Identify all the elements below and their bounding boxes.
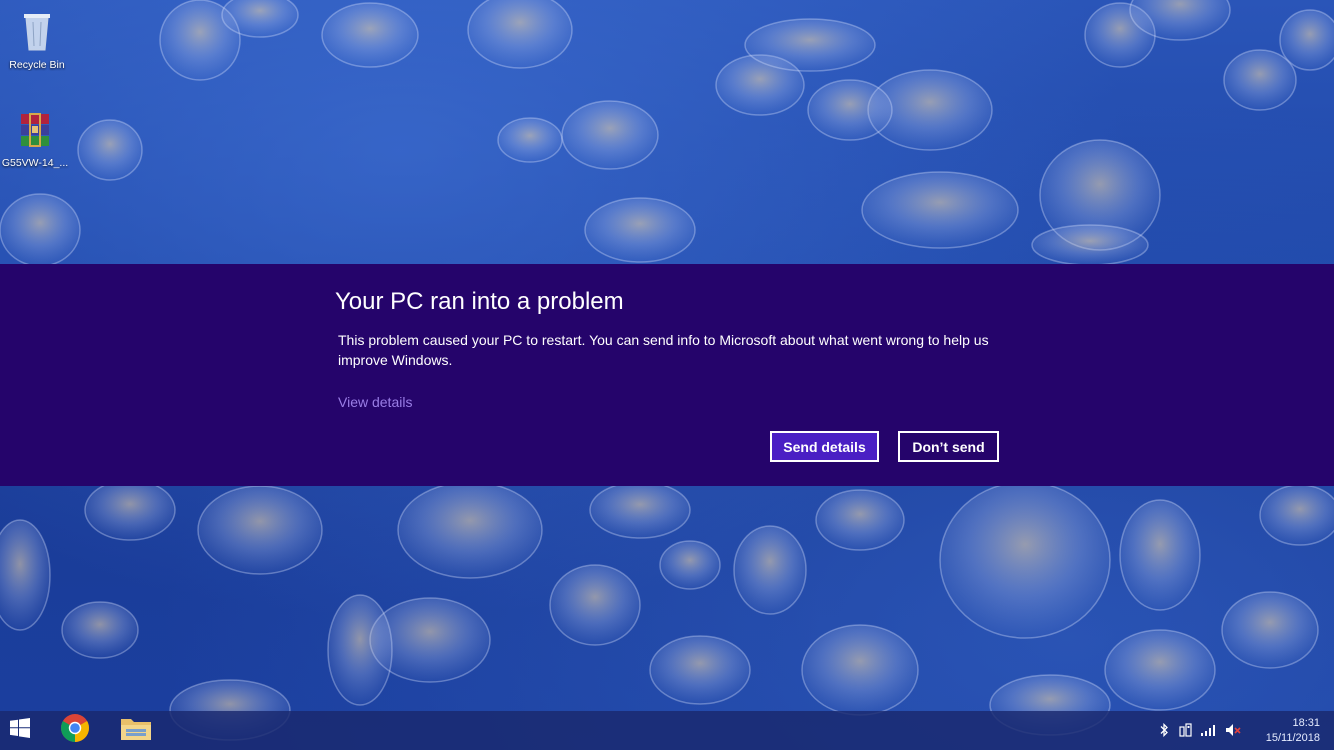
dialog-title: Your PC ran into a problem — [335, 288, 624, 315]
desktop-icon-label: G55VW-14_... — [1, 157, 69, 169]
desktop-icon-label: Recycle Bin — [9, 59, 65, 71]
volume-muted-icon[interactable] — [1224, 722, 1242, 738]
dialog-message: This problem caused your PC to restart. … — [338, 332, 989, 368]
clock-time: 18:31 — [1292, 717, 1320, 729]
desktop-icon-recycle-bin[interactable]: Recycle Bin — [0, 8, 74, 71]
start-button[interactable] — [0, 711, 40, 750]
windows-logo-icon — [10, 718, 30, 743]
system-tray: 18:31 15/11/2018 — [1134, 711, 1334, 750]
error-dialog: Your PC ran into a problem This problem … — [0, 264, 1334, 486]
winrar-archive-icon — [0, 110, 72, 153]
folder-icon — [120, 714, 152, 747]
view-details-link[interactable]: View details — [338, 394, 412, 410]
signal-icon[interactable] — [1200, 722, 1218, 738]
file-explorer-button[interactable] — [116, 711, 156, 750]
network-adapter-icon[interactable] — [1178, 722, 1194, 738]
taskbar-clock[interactable]: 18:31 15/11/2018 — [1266, 716, 1320, 746]
chrome-button[interactable] — [55, 711, 95, 750]
taskbar: 18:31 15/11/2018 — [0, 711, 1334, 750]
dont-send-button[interactable]: Don’t send — [898, 431, 999, 462]
chrome-icon — [60, 713, 90, 748]
recycle-bin-icon — [0, 8, 74, 55]
desktop-icon-archive[interactable]: G55VW-14_... — [0, 110, 72, 169]
bluetooth-icon[interactable] — [1158, 722, 1170, 738]
clock-date: 15/11/2018 — [1265, 732, 1320, 744]
send-details-button[interactable]: Send details — [770, 431, 879, 462]
